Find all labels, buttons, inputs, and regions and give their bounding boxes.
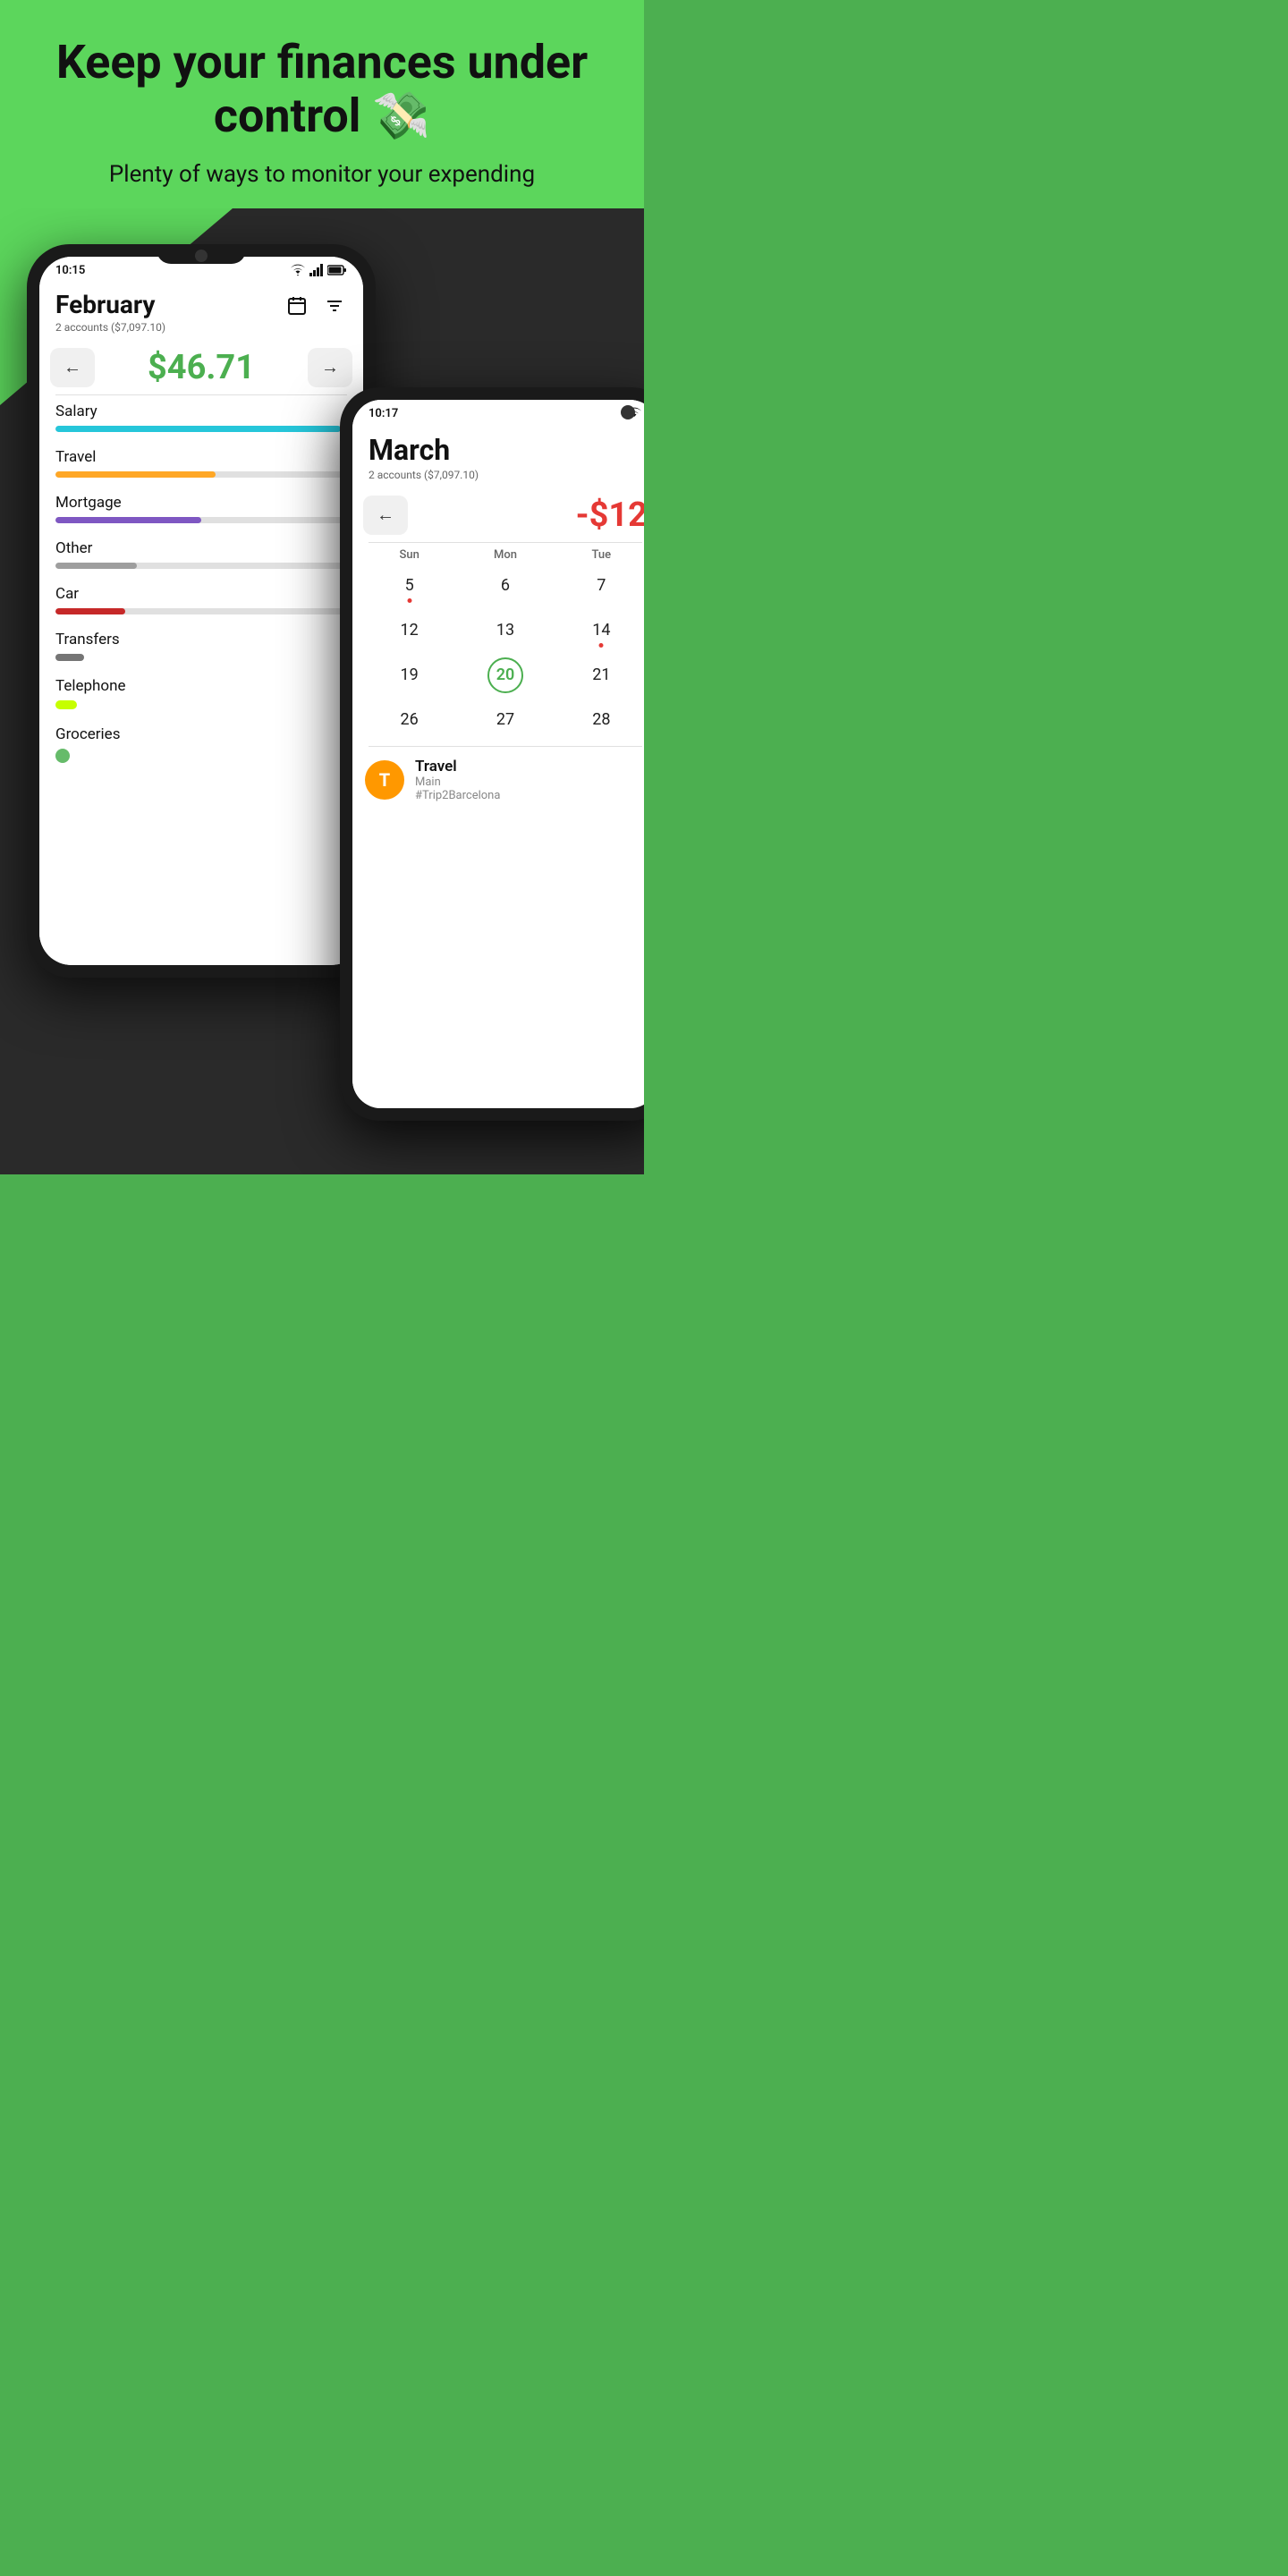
status-bar-right: 10:17 — [352, 400, 644, 424]
category-name-travel: Travel — [55, 448, 347, 466]
app-header-right: March 2 accounts ($7,097.10) — [352, 424, 644, 488]
cal-day-27[interactable]: 27 — [457, 701, 553, 739]
category-mortgage: Mortgage — [55, 494, 347, 523]
phone-left-camera — [195, 250, 208, 262]
phone-left-screen: 10:15 — [39, 257, 363, 965]
cal-day-13[interactable]: 13 — [457, 612, 553, 649]
header-icons-left — [284, 293, 347, 318]
cal-day-28[interactable]: 28 — [554, 701, 644, 739]
cal-week-1: 5 6 7 — [361, 567, 644, 605]
category-name-groceries: Groceries — [55, 725, 347, 743]
amount-right: -$12 — [576, 496, 644, 535]
bar-salary — [55, 426, 347, 432]
category-name-other: Other — [55, 539, 347, 557]
hero-subtitle: Plenty of ways to monitor your expending — [54, 159, 590, 191]
category-list: Salary Travel Mortgage — [39, 395, 363, 786]
accounts-left: 2 accounts ($7,097.10) — [55, 321, 165, 334]
cal-day-19[interactable]: 19 — [361, 657, 457, 694]
category-transfers: Transfers — [55, 631, 347, 661]
cal-day-21[interactable]: 21 — [554, 657, 644, 694]
app-screen-right: 10:17 March 2 accounts ($7,097.10) — [352, 400, 644, 1108]
prev-btn-left[interactable]: ← — [50, 348, 95, 387]
wifi-icon — [290, 264, 306, 276]
cal-day-6[interactable]: 6 — [457, 567, 553, 605]
phone-right: 10:17 March 2 accounts ($7,097.10) — [340, 387, 644, 1121]
phone-left: 10:15 — [27, 244, 376, 978]
category-groceries: Groceries — [55, 725, 347, 763]
bar-mortgage — [55, 517, 347, 523]
transaction-avatar: T — [365, 760, 404, 800]
phone-right-screen: 10:17 March 2 accounts ($7,097.10) — [352, 400, 644, 1108]
bar-travel — [55, 471, 347, 478]
cal-day-20-wrapper[interactable]: 20 — [457, 657, 553, 693]
calendar-grid: Sun Mon Tue 5 6 7 — [352, 543, 644, 739]
app-header-left: February 2 accounts ($7,097.10) — [39, 281, 363, 341]
amount-row-right: ← -$12 — [352, 488, 644, 542]
category-telephone: Telephone — [55, 677, 347, 709]
cal-day-12[interactable]: 12 — [361, 612, 457, 649]
cal-dot-5 — [407, 598, 411, 603]
category-name-salary: Salary — [55, 402, 347, 420]
month-info-right: March 2 accounts ($7,097.10) — [369, 433, 479, 481]
next-btn-left[interactable]: → — [308, 348, 352, 387]
bar-other — [55, 563, 347, 569]
cal-day-7[interactable]: 7 — [554, 567, 644, 605]
category-name-transfers: Transfers — [55, 631, 347, 648]
cal-week-2: 12 13 14 — [361, 612, 644, 649]
phones-section: 10:15 — [0, 208, 644, 1174]
cal-header-sun: Sun — [361, 548, 457, 562]
category-name-car: Car — [55, 585, 347, 603]
cal-day-14[interactable]: 14 — [554, 612, 644, 649]
amount-row-left: ← $46.71 → — [39, 341, 363, 394]
transaction-item[interactable]: T Travel Main #Trip2Barcelona — [352, 747, 644, 813]
app-screen-left: 10:15 — [39, 257, 363, 965]
amount-left: $46.71 — [148, 348, 255, 387]
month-info-left: February 2 accounts ($7,097.10) — [55, 290, 165, 334]
battery-icon — [327, 265, 347, 275]
transaction-name: Travel — [415, 758, 644, 775]
transaction-info: Travel Main #Trip2Barcelona — [415, 758, 644, 802]
calendar-header: Sun Mon Tue — [361, 543, 644, 567]
dot-transfers — [55, 654, 84, 661]
status-icons-left — [290, 264, 347, 276]
transaction-sub: Main #Trip2Barcelona — [415, 775, 644, 802]
bar-car — [55, 608, 347, 614]
category-other: Other — [55, 539, 347, 569]
cal-week-3: 19 20 21 — [361, 657, 644, 694]
dot-telephone — [55, 700, 77, 709]
prev-btn-right[interactable]: ← — [363, 496, 408, 535]
category-salary: Salary — [55, 402, 347, 432]
cal-header-mon: Mon — [457, 548, 553, 562]
time-left: 10:15 — [55, 264, 85, 277]
phone-right-camera — [621, 405, 635, 419]
cal-header-tue: Tue — [554, 548, 644, 562]
hero-title: Keep your finances under control 💸 — [54, 36, 590, 143]
cal-week-4: 26 27 28 — [361, 701, 644, 739]
category-name-telephone: Telephone — [55, 677, 347, 695]
cal-day-20-today[interactable]: 20 — [487, 657, 523, 693]
hero-section: Keep your finances under control 💸 Plent… — [0, 0, 644, 208]
time-right: 10:17 — [369, 407, 398, 420]
filter-icon[interactable] — [322, 293, 347, 318]
cal-day-26[interactable]: 26 — [361, 701, 457, 739]
category-name-mortgage: Mortgage — [55, 494, 347, 512]
category-travel: Travel — [55, 448, 347, 478]
month-title-right: March — [369, 433, 479, 467]
dot-groceries — [55, 749, 70, 763]
accounts-right: 2 accounts ($7,097.10) — [369, 469, 479, 481]
month-title-left: February — [55, 290, 165, 319]
cal-day-5[interactable]: 5 — [361, 567, 457, 605]
calendar-icon[interactable] — [284, 293, 309, 318]
cal-dot-14 — [599, 643, 604, 648]
category-car: Car — [55, 585, 347, 614]
signal-icon — [309, 264, 324, 276]
